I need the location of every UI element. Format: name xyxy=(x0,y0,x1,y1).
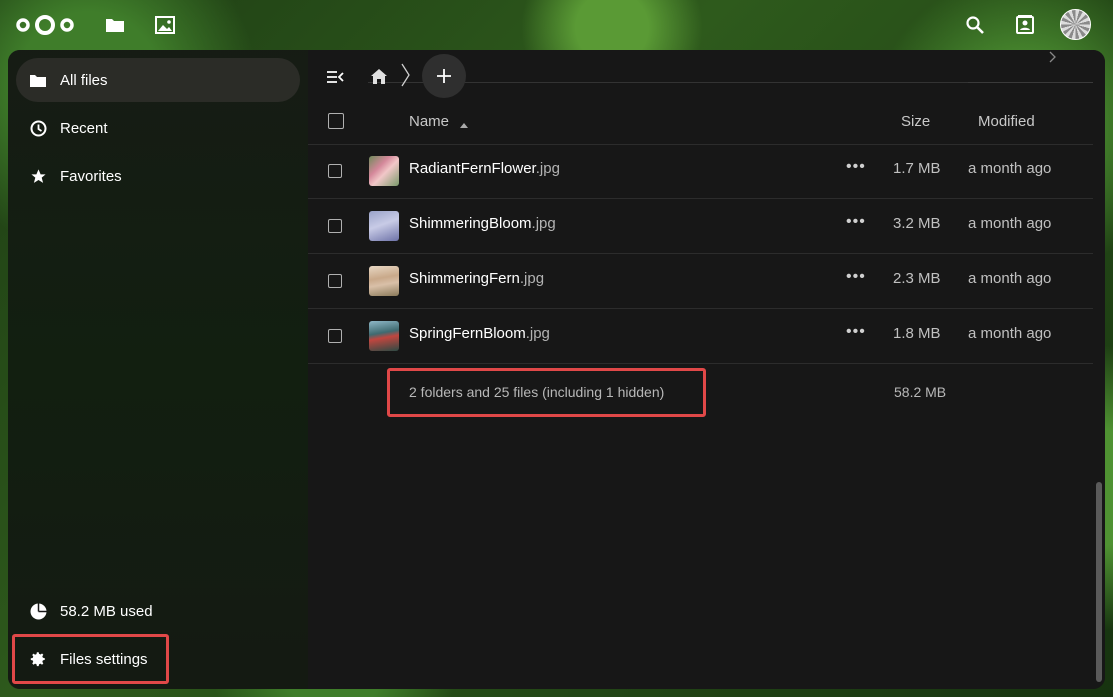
row-checkbox[interactable] xyxy=(328,329,342,343)
new-button[interactable] xyxy=(422,54,466,98)
sidebar-item-label: Recent xyxy=(60,119,108,137)
highlight-box-summary xyxy=(387,368,706,417)
file-basename: ShimmeringFern xyxy=(409,270,520,287)
file-basename: ShimmeringBloom xyxy=(409,215,532,232)
highlight-box-settings xyxy=(12,634,169,684)
sidebar-item-recent[interactable]: Recent xyxy=(16,106,300,150)
app-panel: All files Recent Favorites 58.2 MB used … xyxy=(8,50,1105,689)
file-thumbnail[interactable] xyxy=(369,211,399,241)
file-thumbnail[interactable] xyxy=(369,266,399,296)
more-actions-icon[interactable]: ••• xyxy=(846,158,866,176)
file-size: 1.7 MB xyxy=(893,160,941,177)
avatar[interactable] xyxy=(1060,9,1091,40)
scrolled-row-ghost xyxy=(368,52,1068,83)
table-row[interactable]: RadiantFernFlower.jpg ••• 1.7 MB a month… xyxy=(308,144,1093,199)
more-actions-icon[interactable]: ••• xyxy=(846,213,866,231)
files-icon[interactable] xyxy=(103,13,127,37)
more-actions-icon[interactable]: ••• xyxy=(846,268,866,286)
file-modified: a month ago xyxy=(968,160,1052,177)
file-name[interactable]: RadiantFernFlower.jpg xyxy=(409,160,560,177)
file-modified: a month ago xyxy=(968,325,1052,342)
column-header-modified[interactable]: Modified xyxy=(978,113,1035,130)
file-extension: .jpg xyxy=(535,160,560,177)
file-list-area: Name Size Modified RadiantFernFlower.jpg… xyxy=(308,50,1105,689)
pie-chart-icon xyxy=(16,589,60,633)
sidebar-item-label: All files xyxy=(60,71,108,89)
file-extension: .jpg xyxy=(519,270,545,287)
scrollbar[interactable] xyxy=(1096,482,1102,682)
sidebar-item-label: Favorites xyxy=(60,167,122,185)
storage-usage[interactable]: 58.2 MB used xyxy=(16,589,300,633)
plus-icon xyxy=(437,69,451,83)
contacts-icon[interactable] xyxy=(1013,13,1037,37)
file-size: 1.8 MB xyxy=(893,325,941,342)
sidebar-item-favorites[interactable]: Favorites xyxy=(16,154,300,198)
file-size: 2.3 MB xyxy=(893,270,941,287)
row-checkbox[interactable] xyxy=(328,164,342,178)
breadcrumb-separator-icon xyxy=(399,62,411,88)
sidebar-item-all-files[interactable]: All files xyxy=(16,58,300,102)
sort-ascending-icon xyxy=(460,115,468,133)
file-basename: RadiantFernFlower xyxy=(409,160,536,177)
files-summary-size: 58.2 MB xyxy=(894,384,947,400)
divider xyxy=(968,82,1093,83)
sidebar: All files Recent Favorites 58.2 MB used … xyxy=(8,50,308,689)
folder-icon xyxy=(16,58,60,102)
file-thumbnail[interactable] xyxy=(369,321,399,351)
toggle-sidebar-icon[interactable] xyxy=(323,65,347,89)
nextcloud-logo[interactable] xyxy=(14,13,76,37)
table-row[interactable]: ShimmeringBloom.jpg ••• 3.2 MB a month a… xyxy=(308,199,1093,254)
file-extension: .jpg xyxy=(525,325,550,342)
select-all-checkbox[interactable] xyxy=(328,113,344,129)
row-checkbox[interactable] xyxy=(328,274,342,288)
photos-icon[interactable] xyxy=(153,13,177,37)
file-thumbnail[interactable] xyxy=(369,156,399,186)
column-header-size[interactable]: Size xyxy=(901,113,930,130)
file-extension: .jpg xyxy=(531,215,556,232)
clock-icon xyxy=(16,106,60,150)
file-modified: a month ago xyxy=(968,215,1052,232)
file-modified: a month ago xyxy=(968,270,1052,287)
file-name[interactable]: ShimmeringBloom.jpg xyxy=(409,215,556,232)
file-basename: SpringFernBloom xyxy=(409,325,526,342)
column-header-name[interactable]: Name xyxy=(409,113,449,130)
file-name[interactable]: ShimmeringFern.jpg xyxy=(409,270,544,287)
star-icon xyxy=(16,154,60,198)
file-size: 3.2 MB xyxy=(893,215,941,232)
table-row[interactable]: SpringFernBloom.jpg ••• 1.8 MB a month a… xyxy=(308,309,1093,364)
table-header: Name Size Modified xyxy=(308,95,1093,145)
more-actions-icon[interactable]: ••• xyxy=(846,323,866,341)
top-header xyxy=(0,0,1113,50)
search-icon[interactable] xyxy=(963,13,987,37)
table-row[interactable]: ShimmeringFern.jpg ••• 2.3 MB a month ag… xyxy=(308,254,1093,309)
home-icon[interactable] xyxy=(368,65,390,87)
file-name[interactable]: SpringFernBloom.jpg xyxy=(409,325,550,342)
chevron-right-icon xyxy=(1048,50,1068,64)
row-checkbox[interactable] xyxy=(328,219,342,233)
storage-label: 58.2 MB used xyxy=(60,602,153,620)
